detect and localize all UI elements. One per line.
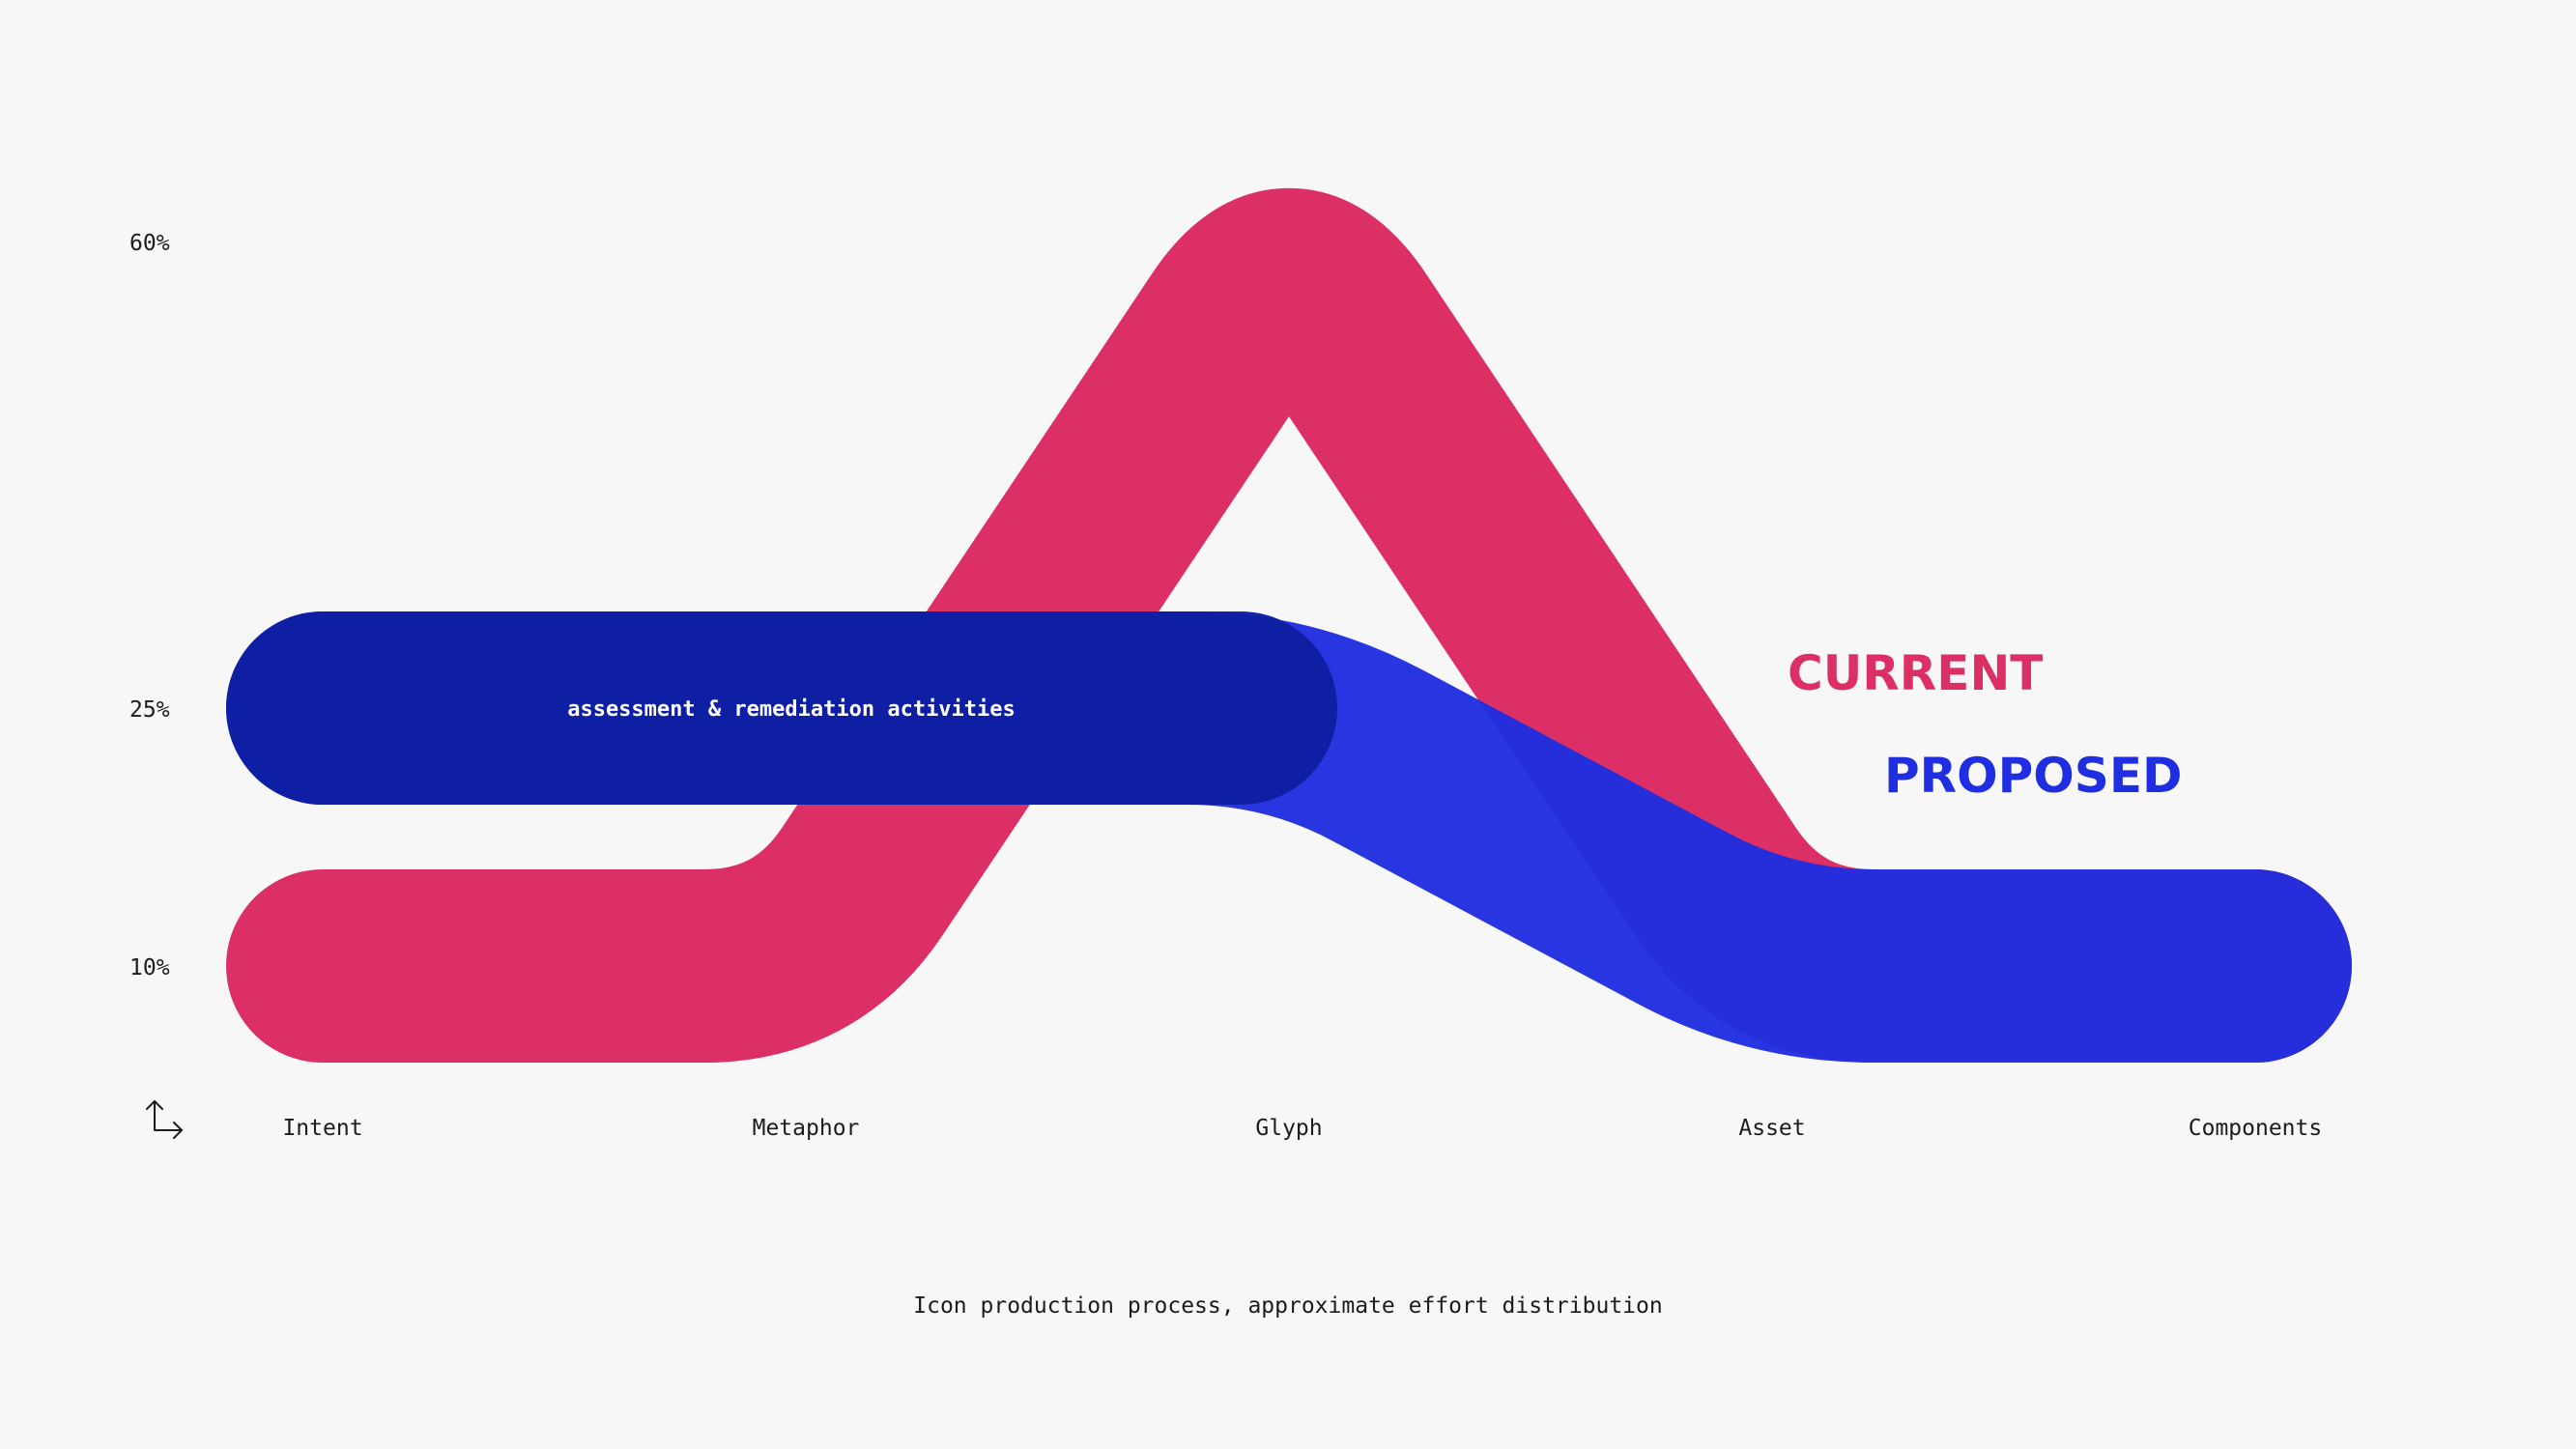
legend-proposed: PROPOSED	[1884, 748, 2182, 804]
annotation-label: assessment & remediation activities	[567, 697, 1016, 722]
legend-current: CURRENT	[1788, 645, 2043, 701]
y-tick-label: 25%	[129, 697, 170, 723]
x-tick-label: Intent	[282, 1116, 362, 1141]
x-tick-label: Asset	[1738, 1116, 1805, 1141]
y-tick-label: 60%	[129, 231, 170, 256]
y-tick-label: 10%	[129, 955, 170, 980]
x-tick-label: Glyph	[1255, 1116, 1322, 1141]
x-tick-label: Components	[2189, 1116, 2322, 1141]
x-tick-label: Metaphor	[753, 1116, 860, 1141]
axes-corner-icon	[146, 1100, 183, 1139]
bands	[226, 188, 2352, 1063]
chart: 10% 25% 60% Intent Metaphor Glyph Asset …	[129, 188, 2352, 1319]
chart-caption: Icon production process, approximate eff…	[913, 1293, 1662, 1319]
